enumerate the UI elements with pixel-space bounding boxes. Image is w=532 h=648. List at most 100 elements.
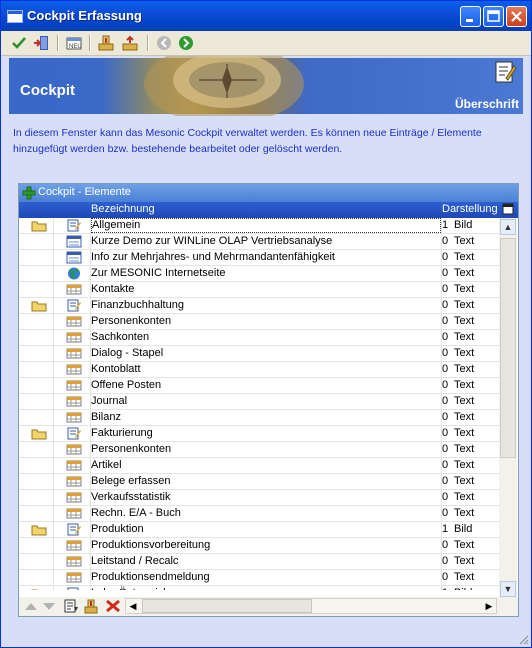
cell-name: Kontoblatt [91,363,141,375]
add-element-icon[interactable] [83,598,99,617]
table-row[interactable]: Fakturierung 0 Text [19,426,499,442]
vertical-scrollbar[interactable]: ▲ ▼ [499,218,517,598]
cell-name: Kurze Demo zur WINLine OLAP Vertriebsana… [91,235,333,247]
cell-display: Bild [454,523,473,535]
title-bar[interactable]: Cockpit Erfassung [1,1,531,31]
cell-name: Sachkonten [91,331,150,343]
table-row[interactable]: Leitstand / Recalc 0 Text [19,554,499,570]
resize-grip-icon[interactable] [517,633,529,645]
column-header-display[interactable]: Darstellung [442,203,498,218]
scroll-down-button[interactable]: ▼ [500,581,516,597]
table-row[interactable]: Personenkonten 0 Text [19,314,499,330]
new-icon[interactable]: NEU [65,34,83,52]
horizontal-scroll-thumb[interactable] [142,599,312,613]
edit-document-icon [495,61,517,83]
table-row[interactable]: Produktionsvorbereitung 0 Text [19,538,499,554]
scroll-thumb[interactable] [500,238,516,458]
cell-display: Text [454,299,475,311]
plus-icon[interactable] [22,186,36,200]
check-icon[interactable] [10,34,28,52]
table-row[interactable]: Allgemein 1 Bild [19,218,499,234]
table-row[interactable]: Kontakte 0 Text [19,282,499,298]
horizontal-scrollbar[interactable]: ◀ ▶ [125,598,497,614]
arrow-right-icon[interactable]: ▶ [482,599,496,613]
cell-name: Offene Posten [91,379,162,391]
cell-display: Text [454,411,475,423]
table-row[interactable]: Rechn. E/A - Buch 0 Text [19,506,499,522]
folder-icon[interactable] [19,586,53,590]
cell-name: Rechn. E/A - Buch [91,507,181,519]
table-row[interactable]: Verkaufsstatistik 0 Text [19,490,499,506]
cockpit-window: Cockpit Erfassung NEU Cockpit Überschrif… [0,0,532,648]
table-row[interactable]: Sachkonten 0 Text [19,330,499,346]
column-chooser-icon[interactable] [501,202,515,217]
move-down-icon[interactable] [41,599,57,616]
note-icon [54,522,90,537]
table-row[interactable]: Info zur Mehrjahres- und Mehrmandantenfä… [19,250,499,266]
table-row[interactable]: Personenkonten 0 Text [19,442,499,458]
cell-display: Text [454,235,475,247]
import-icon[interactable] [97,34,115,52]
globe-icon [54,266,90,281]
maximize-button[interactable] [483,6,504,27]
cell-display: Text [454,395,475,407]
folder-icon[interactable] [19,522,53,537]
exit-icon[interactable] [32,34,50,52]
bottom-toolbar: ◀ ▶ [19,597,518,616]
close-button[interactable] [506,6,527,27]
table-row[interactable]: Kontoblatt 0 Text [19,362,499,378]
table-icon [54,314,90,329]
arrow-left-icon[interactable]: ◀ [126,599,140,613]
column-header-name[interactable]: Bezeichnung [91,203,155,218]
folder-icon[interactable] [19,426,53,441]
cell-display: Text [454,475,475,487]
maximize-icon [484,7,503,26]
table-row[interactable]: Zur MESONIC Internetseite 0 Text [19,266,499,282]
close-icon [507,7,526,26]
scroll-up-button[interactable]: ▲ [500,219,516,235]
move-up-icon[interactable] [23,599,39,616]
table-row[interactable]: Produktion 1 Bild [19,522,499,538]
note-icon [54,218,90,233]
cell-name: Finanzbuchhaltung [91,299,184,311]
cell-name: Leitstand / Recalc [91,555,179,567]
back-icon[interactable] [155,34,173,52]
compass-image [144,56,304,116]
export-icon[interactable] [121,34,139,52]
note-icon [54,586,90,590]
table-icon [54,474,90,489]
folder-icon[interactable] [19,298,53,313]
banner-caption: Cockpit [20,82,76,99]
table-row[interactable]: Produktionsendmeldung 0 Text [19,570,499,586]
folder-icon[interactable] [19,218,53,233]
forward-icon[interactable] [177,34,195,52]
table-row[interactable]: Kurze Demo zur WINLine OLAP Vertriebsana… [19,234,499,250]
table-row[interactable]: Bilanz 0 Text [19,410,499,426]
minimize-button[interactable] [460,6,481,27]
properties-icon[interactable] [63,599,79,616]
cell-name: Belege erfassen [91,475,171,487]
cell-display: Text [454,347,475,359]
cell-display: Text [454,379,475,391]
window-icon [7,10,23,23]
table-row[interactable]: Offene Posten 0 Text [19,378,499,394]
table-row[interactable]: Finanzbuchhaltung 0 Text [19,298,499,314]
table-icon [54,378,90,393]
cell-display: Text [454,491,475,503]
table-row[interactable]: Dialog - Stapel 0 Text [19,346,499,362]
delete-icon[interactable] [105,599,121,616]
table-row[interactable]: Journal 0 Text [19,394,499,410]
table-row[interactable]: Lohn Österreich1Bild [19,586,499,590]
table-icon [54,570,90,585]
table-icon [54,410,90,425]
table-row[interactable]: Belege erfassen 0 Text [19,474,499,490]
table-row[interactable]: Artikel 0 Text [19,458,499,474]
